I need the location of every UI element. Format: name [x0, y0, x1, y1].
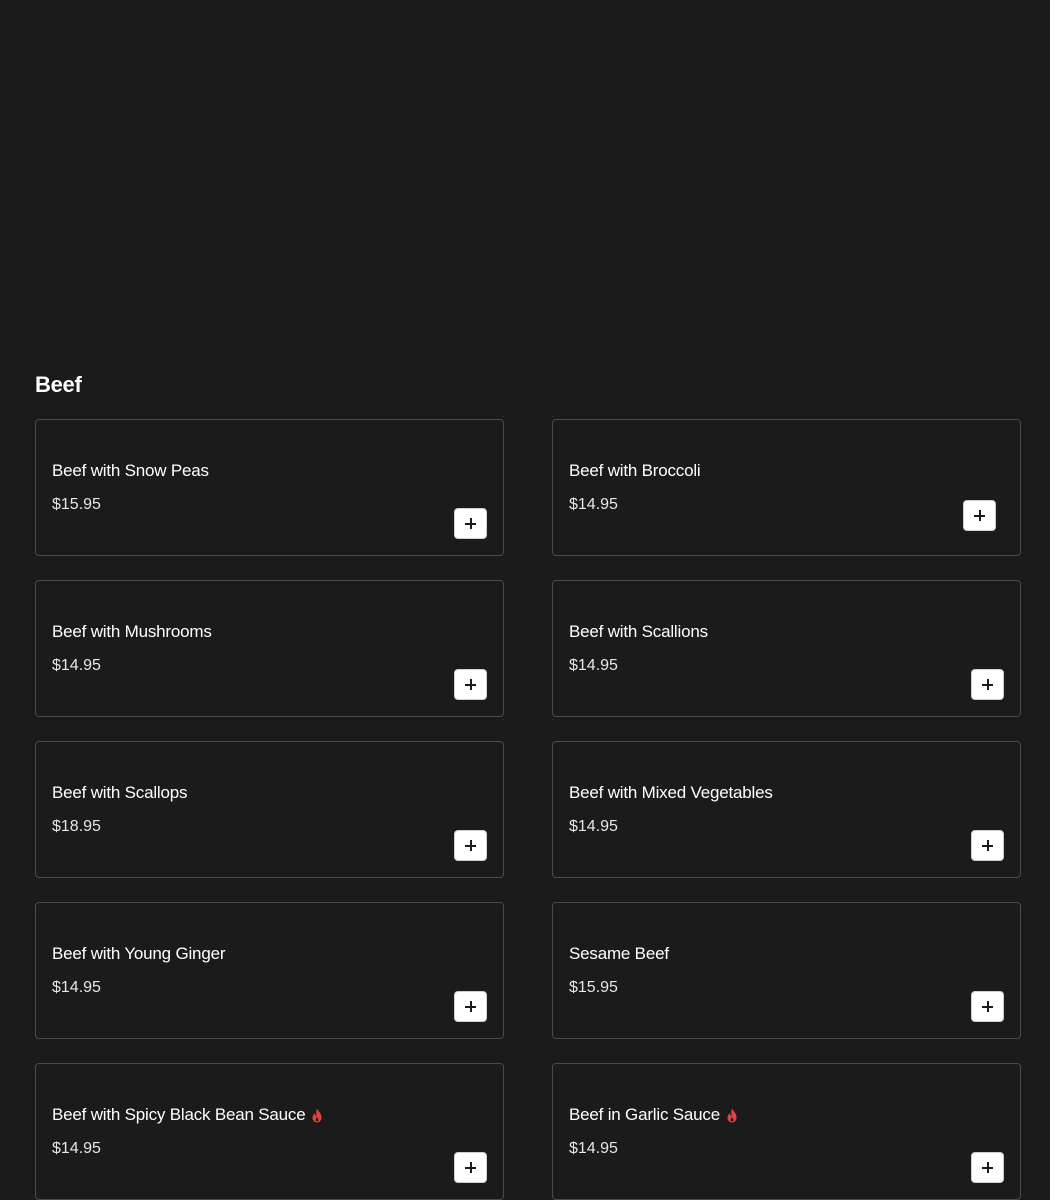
- plus-icon: [982, 840, 993, 851]
- item-price: $18.95: [52, 818, 101, 835]
- add-item-button[interactable]: [963, 500, 996, 531]
- item-price: $14.95: [52, 979, 101, 996]
- item-price: $15.95: [52, 496, 101, 513]
- menu-item-card[interactable]: Beef with Mixed Vegetables $14.95: [552, 741, 1021, 878]
- item-name: Beef with Scallops: [52, 783, 188, 802]
- item-name: Sesame Beef: [569, 944, 669, 963]
- menu-item-card[interactable]: Beef with Broccoli $14.95: [552, 419, 1021, 556]
- menu-item-card[interactable]: Beef with Scallops $18.95: [35, 741, 504, 878]
- item-name: Beef with Snow Peas: [52, 461, 209, 480]
- item-name: Beef with Scallions: [569, 622, 708, 641]
- item-name: Beef with Mushrooms: [52, 622, 212, 641]
- item-price: $14.95: [569, 818, 618, 835]
- add-item-button[interactable]: [971, 1152, 1004, 1183]
- add-item-button[interactable]: [454, 830, 487, 861]
- add-item-button[interactable]: [971, 830, 1004, 861]
- item-price: $15.95: [569, 979, 618, 996]
- plus-icon: [982, 1001, 993, 1012]
- plus-icon: [465, 840, 476, 851]
- flame-icon: [312, 1108, 322, 1122]
- item-name: Beef in Garlic Sauce: [569, 1104, 738, 1126]
- item-price: $14.95: [569, 657, 618, 674]
- menu-item-card[interactable]: Beef with Spicy Black Bean Sauce $14.95: [35, 1063, 504, 1200]
- item-name: Beef with Spicy Black Bean Sauce: [52, 1104, 323, 1126]
- item-name: Beef with Mixed Vegetables: [569, 783, 773, 802]
- plus-icon: [974, 510, 985, 521]
- item-price: $14.95: [569, 1140, 618, 1157]
- menu-item-card[interactable]: Sesame Beef $15.95: [552, 902, 1021, 1039]
- item-price: $14.95: [52, 657, 101, 674]
- plus-icon: [465, 679, 476, 690]
- item-name: Beef with Young Ginger: [52, 944, 226, 963]
- plus-icon: [465, 1162, 476, 1173]
- add-item-button[interactable]: [454, 508, 487, 539]
- menu-item-card[interactable]: Beef with Young Ginger $14.95: [35, 902, 504, 1039]
- item-price: $14.95: [569, 496, 618, 513]
- plus-icon: [982, 1162, 993, 1173]
- add-item-button[interactable]: [971, 669, 1004, 700]
- menu-item-card[interactable]: Beef with Mushrooms $14.95: [35, 580, 504, 717]
- plus-icon: [982, 679, 993, 690]
- add-item-button[interactable]: [454, 669, 487, 700]
- menu-item-card[interactable]: Beef with Scallions $14.95: [552, 580, 1021, 717]
- item-name: Beef with Broccoli: [569, 461, 701, 480]
- plus-icon: [465, 1001, 476, 1012]
- flame-icon: [727, 1108, 737, 1122]
- menu-item-card[interactable]: Beef in Garlic Sauce $14.95: [552, 1063, 1021, 1200]
- plus-icon: [465, 518, 476, 529]
- add-item-button[interactable]: [454, 991, 487, 1022]
- menu-items-grid: Beef with Snow Peas $15.95 Beef with Bro…: [35, 419, 1021, 1200]
- add-item-button[interactable]: [454, 1152, 487, 1183]
- item-price: $14.95: [52, 1140, 101, 1157]
- add-item-button[interactable]: [971, 991, 1004, 1022]
- menu-item-card[interactable]: Beef with Snow Peas $15.95: [35, 419, 504, 556]
- section-title: Beef: [35, 372, 82, 397]
